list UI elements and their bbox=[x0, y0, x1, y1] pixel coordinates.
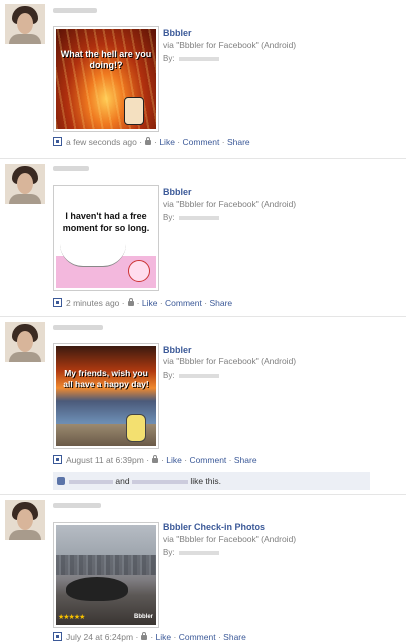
like-link[interactable]: Like bbox=[159, 137, 175, 147]
lock-icon bbox=[141, 632, 148, 640]
timestamp[interactable]: 2 minutes ago bbox=[66, 298, 119, 308]
by-text: By: bbox=[163, 213, 219, 222]
cartoon-face-icon bbox=[124, 97, 144, 125]
comment-link[interactable]: Comment bbox=[165, 298, 202, 308]
image-caption: My friends, wish you all have a happy da… bbox=[63, 368, 149, 389]
poster-name[interactable] bbox=[53, 503, 101, 508]
like-link[interactable]: Like bbox=[142, 298, 158, 308]
share-link[interactable]: Share bbox=[223, 632, 246, 642]
share-link[interactable]: Share bbox=[209, 298, 232, 308]
post-image[interactable]: My friends, wish you all have a happy da… bbox=[53, 343, 159, 449]
comment-link[interactable]: Comment bbox=[179, 632, 216, 642]
comment-link[interactable]: Comment bbox=[183, 137, 220, 147]
timestamp[interactable]: August 11 at 6:39pm bbox=[66, 455, 144, 465]
app-title-link[interactable]: Bbbler Check-in Photos bbox=[163, 522, 265, 532]
via-text: via "Bbbler for Facebook" (Android) bbox=[163, 356, 297, 366]
likes-summary: and like this. bbox=[53, 472, 370, 490]
via-text: via "Bbbler for Facebook" (Android) bbox=[163, 199, 297, 209]
image-caption: What the hell are you doing!? bbox=[60, 49, 152, 70]
lock-icon bbox=[145, 137, 152, 145]
via-text: via "Bbbler for Facebook" (Android) bbox=[163, 40, 297, 50]
app-title-link[interactable]: Bbbler bbox=[163, 345, 192, 355]
app-title-link[interactable]: Bbbler bbox=[163, 187, 192, 197]
timestamp[interactable]: a few seconds ago bbox=[66, 137, 137, 147]
liker-name[interactable] bbox=[69, 479, 113, 484]
like-link[interactable]: Like bbox=[166, 455, 182, 465]
divider bbox=[0, 316, 406, 317]
avatar[interactable] bbox=[5, 164, 45, 204]
avatar[interactable] bbox=[5, 322, 45, 362]
comment-link[interactable]: Comment bbox=[189, 455, 226, 465]
thumbs-up-icon bbox=[57, 477, 65, 485]
app-icon bbox=[53, 298, 62, 307]
image-caption: I haven't had a free moment for so long. bbox=[62, 211, 150, 233]
rating-stars: ★★★★★ bbox=[58, 614, 85, 621]
via-text: via "Bbbler for Facebook" (Android) bbox=[163, 534, 297, 544]
avatar[interactable] bbox=[5, 500, 45, 540]
by-text: By: bbox=[163, 54, 219, 63]
cartoon-character-icon bbox=[126, 414, 146, 442]
poster-name[interactable] bbox=[53, 325, 103, 330]
app-icon bbox=[53, 137, 62, 146]
app-icon bbox=[53, 455, 62, 464]
cartoon-character-icon bbox=[128, 260, 150, 282]
divider bbox=[0, 494, 406, 495]
by-text: By: bbox=[163, 371, 219, 380]
liker-name[interactable] bbox=[131, 479, 188, 484]
lock-icon bbox=[152, 455, 159, 463]
post-meta: 2 minutes ago · · Like · Comment · Share bbox=[53, 298, 232, 308]
avatar[interactable] bbox=[5, 4, 45, 44]
share-link[interactable]: Share bbox=[227, 137, 250, 147]
poster-name[interactable] bbox=[53, 8, 97, 13]
app-title-link[interactable]: Bbbler bbox=[163, 28, 192, 38]
lock-icon bbox=[127, 298, 134, 306]
post-meta: August 11 at 6:39pm · · Like · Comment · … bbox=[53, 455, 257, 465]
post-meta: July 24 at 6:24pm · · Like · Comment · Sh… bbox=[53, 632, 246, 642]
image-watermark: Bbbler bbox=[133, 614, 153, 620]
post-meta: a few seconds ago · · Like · Comment · Sh… bbox=[53, 137, 250, 147]
by-text: By: bbox=[163, 548, 219, 557]
timestamp[interactable]: July 24 at 6:24pm bbox=[66, 632, 133, 642]
share-link[interactable]: Share bbox=[234, 455, 257, 465]
like-link[interactable]: Like bbox=[156, 632, 172, 642]
poster-name[interactable] bbox=[53, 166, 89, 171]
post-image[interactable]: I haven't had a free moment for so long. bbox=[53, 185, 159, 291]
post-image[interactable]: What the hell are you doing!? bbox=[53, 26, 159, 132]
divider bbox=[0, 158, 406, 159]
post-image[interactable]: ★★★★★ Bbbler bbox=[53, 522, 159, 628]
